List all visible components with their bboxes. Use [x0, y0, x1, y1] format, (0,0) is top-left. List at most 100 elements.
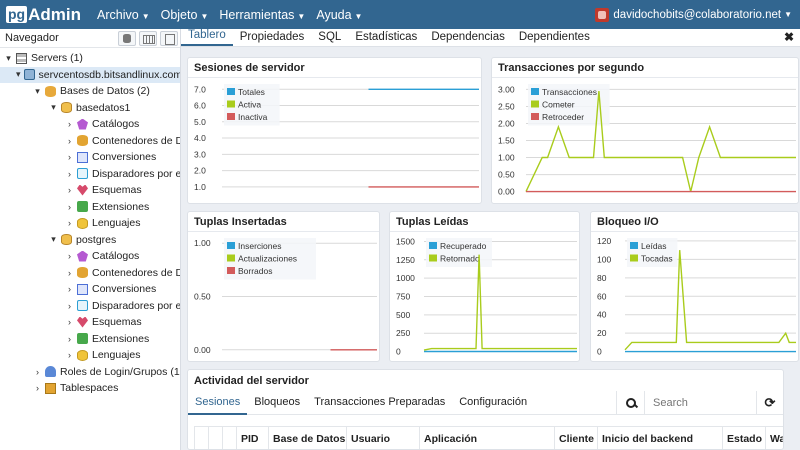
conversion-icon [77, 151, 88, 163]
y-tick-label: 80 [597, 273, 607, 283]
tree-node[interactable]: › Conversiones [65, 281, 156, 297]
tab[interactable]: Tablero [181, 29, 233, 46]
chevron-right-icon[interactable]: › [65, 119, 74, 129]
chevron-right-icon[interactable]: › [65, 136, 74, 146]
close-icon[interactable]: ✖ [784, 30, 794, 44]
tree-node[interactable]: › Conversiones [65, 149, 156, 165]
tree-node-label: Lenguajes [92, 217, 141, 229]
tree-node[interactable]: › Roles de Login/Grupos (10) [33, 364, 180, 380]
tree-node[interactable]: › Extensiones [65, 331, 149, 347]
tree-node-label: Disparadores por eventos [92, 299, 181, 312]
chevron-right-icon[interactable]: › [65, 334, 74, 344]
legend-swatch [227, 100, 235, 108]
tree-node[interactable]: ▾ Bases de Datos (2) [33, 83, 150, 99]
y-tick-label: 2.00 [498, 118, 515, 128]
tree-node[interactable]: › Lenguajes [65, 347, 140, 363]
chevron-down-icon[interactable]: ▾ [49, 234, 58, 245]
chevron-right-icon[interactable]: › [65, 317, 74, 327]
y-tick-label: 1500 [396, 236, 415, 246]
legend-label: Inactiva [238, 112, 268, 122]
chevron-right-icon[interactable]: › [65, 202, 74, 212]
chevron-right-icon[interactable]: › [65, 185, 74, 195]
tab[interactable]: Dependencias [424, 31, 512, 46]
tab[interactable]: Estadísticas [348, 31, 424, 46]
tree-node[interactable]: ▾ postgres [49, 232, 116, 248]
column-header[interactable]: Usuario [346, 427, 419, 449]
menu-item-label: Ayuda [316, 7, 352, 22]
tree-node[interactable]: › Contenedores de Datos [65, 133, 180, 149]
menu-item[interactable]: Objeto ▼ [161, 8, 209, 22]
chevron-right-icon[interactable]: › [65, 350, 74, 360]
y-tick-label: 0 [597, 347, 602, 357]
tab[interactable]: SQL [311, 31, 348, 46]
search-input[interactable] [645, 397, 750, 409]
activity-tab[interactable]: Configuración [452, 391, 534, 415]
tree-node[interactable]: › Disparadores por eventos [65, 166, 181, 182]
column-header[interactable] [222, 427, 236, 449]
column-header[interactable]: Wait [765, 427, 783, 449]
y-tick-label: 0.50 [498, 170, 515, 180]
chevron-right-icon[interactable]: › [65, 169, 74, 179]
tree-node[interactable]: › Esquemas [65, 314, 142, 330]
column-header[interactable]: Aplicación [419, 427, 554, 449]
activity-tab[interactable]: Transacciones Preparadas [307, 391, 452, 415]
server-icon [16, 52, 27, 64]
tree-node-label: Disparadores por eventos [92, 167, 181, 180]
chevron-right-icon[interactable]: › [65, 284, 74, 294]
chevron-right-icon[interactable]: › [65, 218, 74, 228]
chevron-right-icon[interactable]: › [33, 383, 42, 393]
column-header[interactable] [194, 427, 208, 449]
container-icon [77, 267, 88, 278]
main-menu: Archivo ▼ Objeto ▼ Herramientas ▼ Ayuda ▼ [97, 8, 373, 22]
pgadmin-logo[interactable]: pg Admin [6, 5, 81, 25]
tab[interactable]: Propiedades [233, 31, 312, 46]
y-tick-label: 1.00 [194, 238, 211, 248]
refresh-icon[interactable]: ⟳ [756, 391, 783, 415]
chevron-down-icon[interactable]: ▾ [16, 69, 21, 80]
tree-node[interactable]: › Contenedores de Datos [65, 265, 180, 281]
tab[interactable]: Dependientes [512, 31, 597, 46]
y-tick-label: 500 [396, 310, 410, 320]
tree-node[interactable]: › Catálogos [65, 116, 139, 132]
filtered-rows-icon[interactable] [160, 31, 178, 46]
query-tool-icon[interactable] [118, 31, 136, 46]
tree-node[interactable]: ▾ servcentosdb.bitsandlinux.com [0, 66, 180, 83]
tree-node[interactable]: › Extensiones [65, 199, 149, 215]
chevron-right-icon[interactable]: › [65, 152, 74, 162]
tree-node[interactable]: › Esquemas [65, 182, 142, 198]
tree-node[interactable]: ▾ basedatos1 [49, 100, 130, 116]
menu-item[interactable]: Ayuda ▼ [316, 8, 362, 22]
user-avatar-icon [595, 7, 610, 22]
column-header[interactable]: Estado [722, 427, 765, 449]
column-header[interactable]: Inicio del backend [597, 427, 722, 449]
tree-node[interactable]: › Lenguajes [65, 215, 140, 231]
chevron-right-icon[interactable]: › [33, 367, 42, 377]
user-menu[interactable]: davidochobits@colaboratorio.net ▼ [595, 0, 792, 29]
tree-node[interactable]: › Disparadores por eventos [65, 298, 181, 314]
tree-node[interactable]: ▾ Servers (1) [4, 50, 83, 66]
chevron-right-icon[interactable]: › [65, 268, 74, 278]
tree-node-label: Tablespaces [60, 382, 119, 394]
legend-swatch [531, 100, 539, 108]
tree-node[interactable]: › Catálogos [65, 248, 139, 264]
tree-node[interactable]: › Tablespaces [33, 380, 118, 396]
search-icon[interactable] [617, 391, 645, 415]
activity-tab[interactable]: Bloqueos [247, 391, 307, 415]
activity-tab[interactable]: Sesiones [188, 391, 248, 415]
tree-node-label: Extensiones [92, 200, 150, 213]
chevron-down-icon[interactable]: ▾ [4, 53, 13, 64]
legend-label: Inserciones [238, 241, 281, 251]
view-data-icon[interactable] [139, 31, 157, 46]
menu-item[interactable]: Archivo ▼ [97, 8, 150, 22]
column-header[interactable]: PID [236, 427, 268, 449]
trigger-icon [77, 168, 88, 179]
chevron-right-icon[interactable]: › [65, 301, 74, 311]
column-header[interactable]: Cliente [554, 427, 597, 449]
legend-swatch [227, 88, 235, 95]
column-header[interactable]: Base de Datos [268, 427, 346, 449]
column-header[interactable] [208, 427, 222, 449]
chevron-right-icon[interactable]: › [65, 251, 74, 261]
chevron-down-icon[interactable]: ▾ [33, 86, 42, 97]
chevron-down-icon[interactable]: ▾ [49, 102, 58, 113]
menu-item[interactable]: Herramientas ▼ [219, 8, 305, 22]
